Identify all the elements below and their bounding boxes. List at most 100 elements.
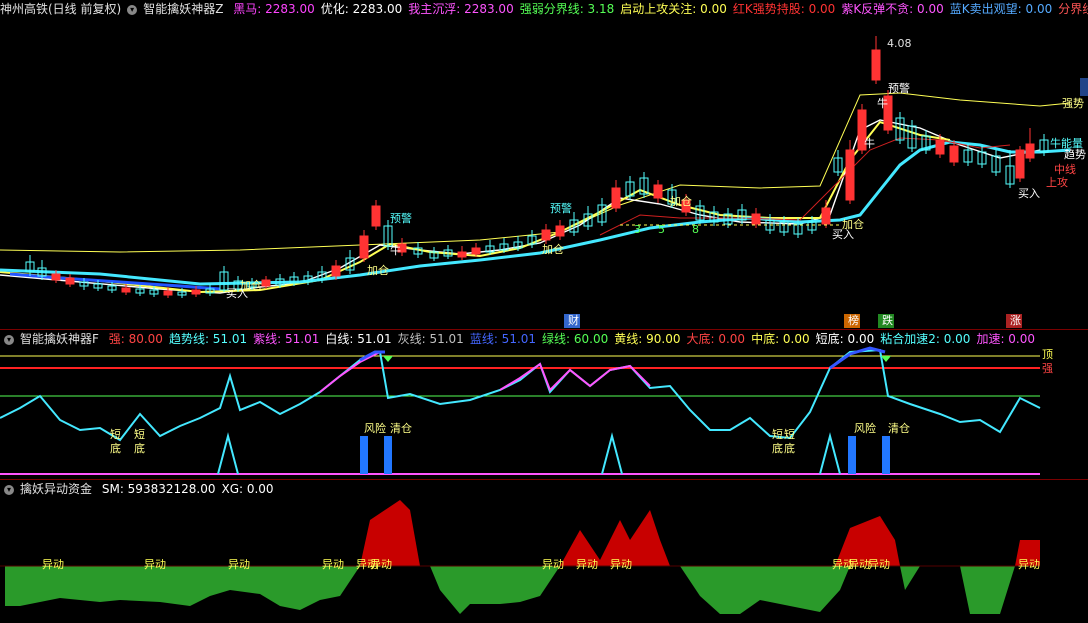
panel1-field: 蓝K卖出观望: 0.00	[949, 2, 1053, 16]
blue-line	[829, 346, 886, 370]
panel1-field: 紫K反弹不贪: 0.00	[841, 2, 944, 16]
ma-white-line	[0, 119, 1041, 294]
tag-number: 8	[692, 223, 699, 236]
tag-warning: 预警	[390, 212, 412, 225]
price-scale-marker	[1080, 78, 1088, 96]
tag-unusual-move: 异动	[868, 558, 890, 571]
tag-unusual-move: 异动	[144, 558, 166, 571]
candle-body	[845, 149, 855, 201]
tag-buy: 买入	[832, 228, 854, 241]
panel2-fields: 强: 80.00 趋势线: 51.01 紫线: 51.01 白线: 51.01 灰线: …	[109, 332, 1041, 346]
toggle-indicator-icon[interactable]: ▾	[4, 484, 14, 495]
candle-body	[751, 213, 761, 225]
panel2-field: 紫线: 51.01	[253, 332, 320, 346]
panel1-indicator-name[interactable]: 智能擒妖神器Z	[143, 2, 223, 16]
candle-body	[653, 184, 663, 199]
panel1-field: 红K强势持股: 0.00	[732, 2, 836, 16]
panel3-indicator-name[interactable]: 擒妖异动资金	[20, 482, 92, 496]
tag-unusual-move: 异动	[370, 558, 392, 571]
event-marker-label: 跌	[882, 314, 893, 327]
tag-add-position: 加仓	[367, 264, 389, 277]
chart-stage[interactable]: 神州高铁(日线 前复权) ▾ 智能擒妖神器Z 黑马: 2283.00 优化: 2283…	[0, 0, 1088, 620]
candle-body	[121, 287, 131, 293]
event-marker-label: 财	[568, 314, 579, 327]
candle-body	[371, 205, 381, 227]
panel1-fields: 黑马: 2283.00 优化: 2283.00 我主沉浮: 2283.00 强弱分界线…	[233, 2, 1088, 16]
spike-line	[819, 432, 841, 475]
panel2-field: 短底: 0.00	[815, 332, 875, 346]
tag-bottom: 底	[110, 442, 121, 455]
tag-short: 短	[134, 428, 145, 441]
risk-bar	[384, 436, 392, 474]
money-green-area	[5, 566, 1015, 614]
candle-body	[359, 235, 369, 259]
candle-body	[65, 277, 75, 285]
purple-line	[319, 351, 381, 393]
event-marker-label: 涨	[1010, 314, 1021, 327]
panel2-field: 蓝线: 51.01	[469, 332, 537, 346]
tag-short: 短	[110, 428, 121, 441]
panel1-field: 启动上攻关注: 0.00	[620, 2, 727, 16]
panel2-field: 趋势线: 51.01	[168, 332, 248, 346]
panel2-field: 加速: 0.00	[976, 332, 1036, 346]
candle-body	[541, 229, 551, 241]
panel2-field: 绿线: 60.00	[542, 332, 609, 346]
tag-attack: 上攻	[1046, 176, 1068, 189]
tag-number: 3	[634, 223, 641, 236]
panel1-field: 强弱分界线: 3.18	[519, 2, 615, 16]
candle-body	[949, 145, 959, 163]
candle-body	[457, 251, 467, 258]
candle-body	[611, 187, 621, 209]
tag-risk: 风险	[854, 422, 876, 435]
tag-top: 顶	[1042, 348, 1053, 361]
tag-bottom: 底	[784, 442, 795, 455]
tag-number: 5	[658, 223, 665, 236]
tag-unusual-move: 异动	[542, 558, 564, 571]
tag-strong: 强势	[1062, 97, 1084, 110]
panel1-field: 我主沉浮: 2283.00	[408, 2, 514, 16]
risk-bar	[848, 436, 856, 474]
ma-cyan-line	[0, 140, 1071, 286]
panel1-field: 分界线8◇	[1058, 2, 1088, 16]
down-arrow-icon	[383, 356, 393, 362]
candle-body	[1025, 143, 1035, 159]
spike-line	[217, 432, 239, 475]
candle-body	[471, 247, 481, 255]
tag-unusual-move: 异动	[322, 558, 344, 571]
panel2-field: 粘合加速2: 0.00	[880, 332, 971, 346]
tag-midline: 中线	[1054, 163, 1076, 176]
tag-unusual-move: 异动	[1018, 558, 1040, 571]
candle-body	[935, 139, 945, 155]
candle-body	[1015, 149, 1025, 179]
panel3-fields: SM: 593832128.00 XG: 0.00	[102, 482, 280, 496]
tag-clear: 清仓	[888, 422, 910, 435]
panel2-field: 灰线: 51.01	[397, 332, 464, 346]
event-marker-label: 榜	[848, 314, 859, 327]
spike-line	[601, 432, 623, 475]
tag-add-position: 加仓	[670, 195, 692, 208]
tag-buy: 买入	[226, 287, 248, 300]
panel3-field: XG: 0.00	[221, 482, 274, 496]
tag-bull: 牛	[864, 137, 875, 150]
panel3-field: SM: 593832128.00	[101, 482, 216, 496]
chart-canvas[interactable]	[0, 0, 1088, 620]
toggle-indicator-icon[interactable]: ▾	[4, 334, 14, 345]
panel1-header: 神州高铁(日线 前复权) ▾ 智能擒妖神器Z 黑马: 2283.00 优化: 2283…	[0, 0, 1088, 18]
tag-bull: 牛	[877, 97, 888, 110]
panel2-indicator-name[interactable]: 智能擒妖神器F	[20, 332, 99, 346]
tag-warning: 预警	[888, 82, 910, 95]
money-red-area	[360, 500, 420, 566]
risk-bar	[360, 436, 368, 474]
candle-body	[331, 265, 341, 277]
trend-line-cyan	[379, 348, 1041, 440]
panel2-field: 大底: 0.00	[686, 332, 746, 346]
toggle-indicator-icon[interactable]: ▾	[127, 4, 138, 15]
tag-unusual-move: 异动	[42, 558, 64, 571]
ma-yellow-bold-line	[0, 120, 951, 294]
ma-yellow-line	[0, 92, 1071, 253]
panel3-header: ▾ 擒妖异动资金 SM: 593832128.00 XG: 0.00	[0, 480, 1088, 498]
tag-add-position: 加仓	[542, 243, 564, 256]
candle-body	[555, 225, 565, 237]
tag-clear: 清仓	[390, 422, 412, 435]
panel2-field: 白线: 51.01	[325, 332, 392, 346]
